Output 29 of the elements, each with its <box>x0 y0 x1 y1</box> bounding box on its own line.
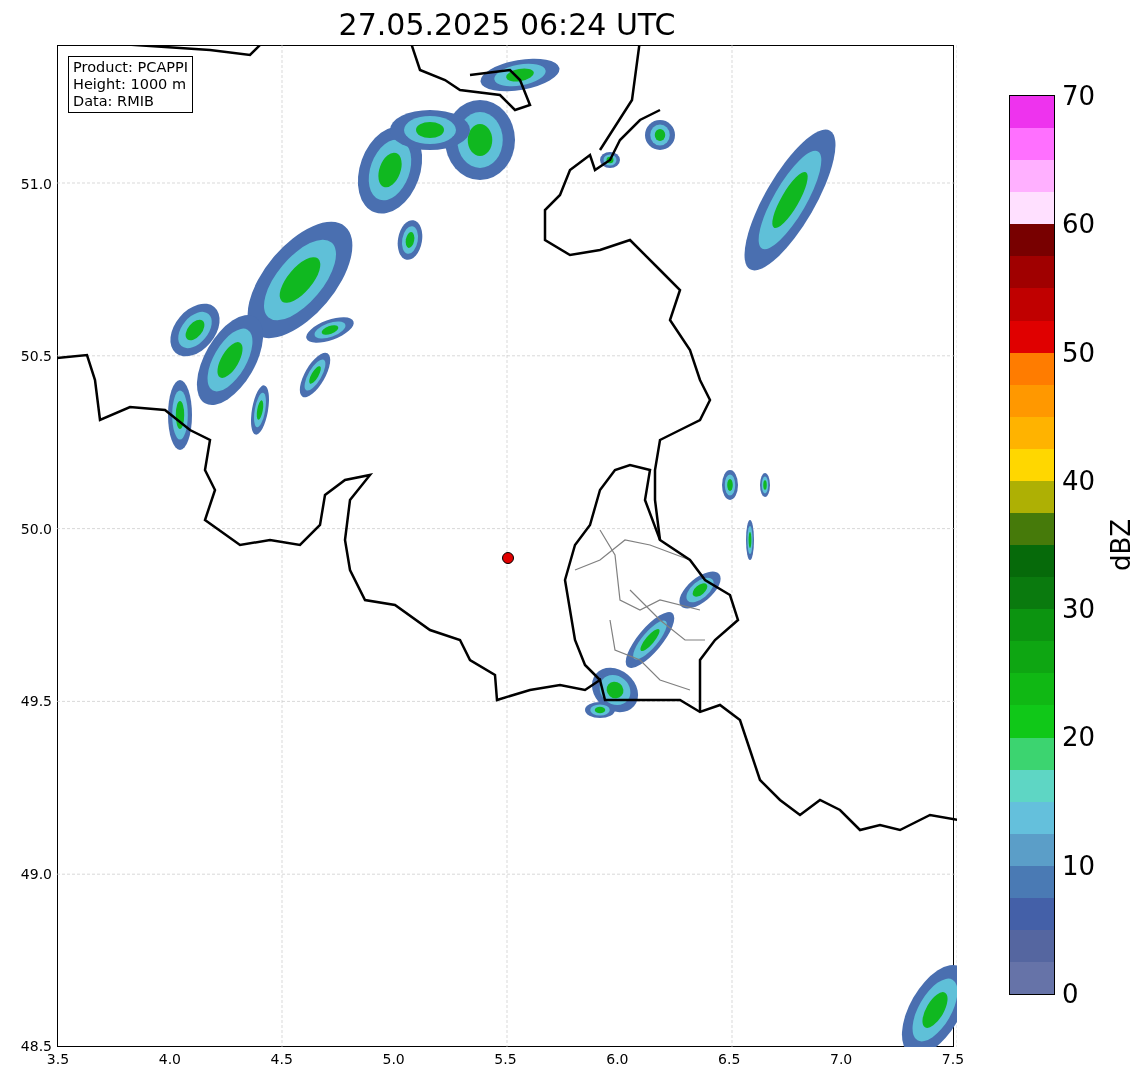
axis-tick-label: 49.0 <box>20 865 53 882</box>
axis-tick-label: 49.5 <box>20 693 53 710</box>
axis-tick-label: 5.0 <box>382 1050 405 1067</box>
colorbar-tick-label: 50 <box>1061 338 1096 367</box>
colorbar-tick-label: 10 <box>1061 851 1096 880</box>
axis-tick-label: 50.5 <box>20 348 53 365</box>
colorbar-tick-label: 0 <box>1061 980 1079 1008</box>
axis-tick-label: 4.0 <box>158 1050 181 1067</box>
axis-tick-label: 3.5 <box>46 1051 70 1067</box>
colorbar-label: dBZ <box>1106 518 1137 572</box>
colorbar-tick-label: 40 <box>1061 466 1096 495</box>
info-text: Product: PCAPPI <box>73 59 189 76</box>
info-text: Height: 1000 m <box>73 76 188 93</box>
axis-tick-label: 7.5 <box>941 1050 965 1067</box>
colorbar-tick-label: 60 <box>1061 210 1096 239</box>
chart-title: 27.05.2025 06:24 UTC <box>337 6 677 44</box>
axis-tick-label: 6.5 <box>718 1050 741 1067</box>
axis-tick-label: 50.0 <box>20 520 53 537</box>
colorbar-tick-label: 30 <box>1061 595 1096 624</box>
axis-tick-label: 6.0 <box>606 1050 629 1067</box>
colorbar-tick-label: 20 <box>1061 723 1096 752</box>
axis-tick-label: 51.0 <box>20 175 53 192</box>
axis-tick-label: 48.5 <box>20 1038 53 1054</box>
radar-site-marker <box>502 552 514 564</box>
colorbar-tick-label: 70 <box>1061 82 1096 110</box>
axis-tick-label: 7.0 <box>830 1050 853 1067</box>
axis-tick-label: 5.5 <box>494 1050 517 1067</box>
info-text: Data: RMIB <box>73 93 155 110</box>
axis-tick-label: 4.5 <box>270 1050 293 1067</box>
